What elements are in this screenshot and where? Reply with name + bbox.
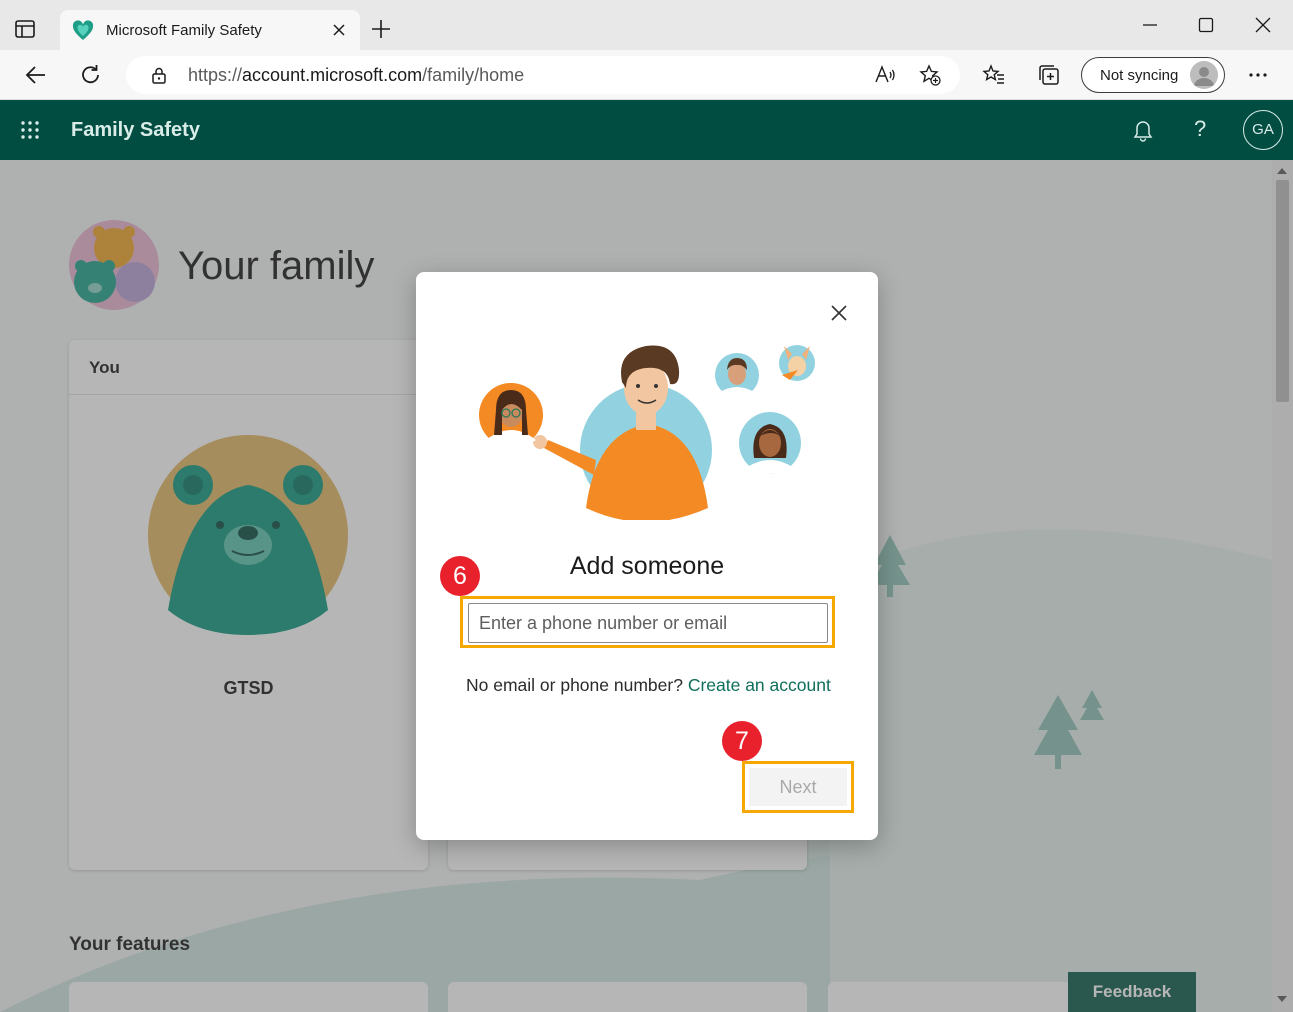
refresh-icon[interactable] (79, 63, 103, 87)
family-safety-favicon-icon (72, 20, 94, 40)
maximize-icon[interactable] (1196, 15, 1216, 35)
url-host: account.microsoft.com (242, 65, 423, 85)
help-button[interactable]: ? (1194, 116, 1206, 142)
minimize-icon[interactable] (1140, 15, 1160, 35)
dialog-close-icon[interactable] (830, 304, 848, 322)
add-favorite-star-icon[interactable] (919, 64, 941, 86)
profile-avatar-icon (1190, 61, 1218, 89)
window-close-icon[interactable] (1253, 15, 1273, 35)
lock-icon[interactable] (150, 66, 168, 84)
site-brand[interactable]: Family Safety (71, 119, 200, 142)
site-header: Family Safety ? GA (0, 100, 1293, 160)
no-account-note: No email or phone number? Create an acco… (466, 675, 831, 696)
tab-close-icon[interactable] (330, 21, 348, 39)
tab-actions-icon[interactable] (14, 18, 36, 40)
step-badge-6: 6 (440, 556, 480, 596)
notifications-bell-icon[interactable] (1132, 118, 1154, 142)
new-tab-plus-icon[interactable] (370, 18, 392, 40)
add-someone-illustration (479, 345, 815, 520)
browser-toolbar: https://account.microsoft.com/family/hom… (0, 50, 1293, 100)
url-text[interactable]: https://account.microsoft.com/family/hom… (188, 65, 524, 86)
input-highlight-frame (460, 596, 835, 648)
step-badge-7: 7 (722, 721, 762, 761)
add-someone-dialog: Add someone No email or phone number? Cr… (416, 272, 878, 840)
phone-or-email-input[interactable] (468, 603, 828, 643)
app-launcher-waffle-icon[interactable] (20, 120, 40, 140)
tab-title: Microsoft Family Safety (106, 22, 262, 39)
back-arrow-icon[interactable] (24, 63, 48, 87)
create-account-link[interactable]: Create an account (688, 675, 831, 695)
profile-sync-button[interactable]: Not syncing (1081, 57, 1225, 93)
next-highlight-frame: Next (742, 761, 854, 813)
address-bar[interactable]: https://account.microsoft.com/family/hom… (126, 56, 960, 94)
collections-icon[interactable] (1037, 63, 1061, 87)
dialog-title: Add someone (569, 552, 725, 580)
browser-tab[interactable]: Microsoft Family Safety (60, 10, 360, 50)
browser-tab-strip: Microsoft Family Safety (0, 0, 1293, 50)
more-options-icon[interactable] (1246, 63, 1270, 87)
url-prefix: https:// (188, 65, 243, 85)
next-button[interactable]: Next (749, 768, 847, 806)
favorites-icon[interactable] (982, 63, 1006, 87)
read-aloud-icon[interactable] (874, 64, 896, 86)
url-path: /family/home (422, 65, 525, 85)
sync-label: Not syncing (1100, 67, 1179, 84)
no-account-text: No email or phone number? (466, 675, 683, 695)
account-avatar-button[interactable]: GA (1243, 110, 1283, 150)
